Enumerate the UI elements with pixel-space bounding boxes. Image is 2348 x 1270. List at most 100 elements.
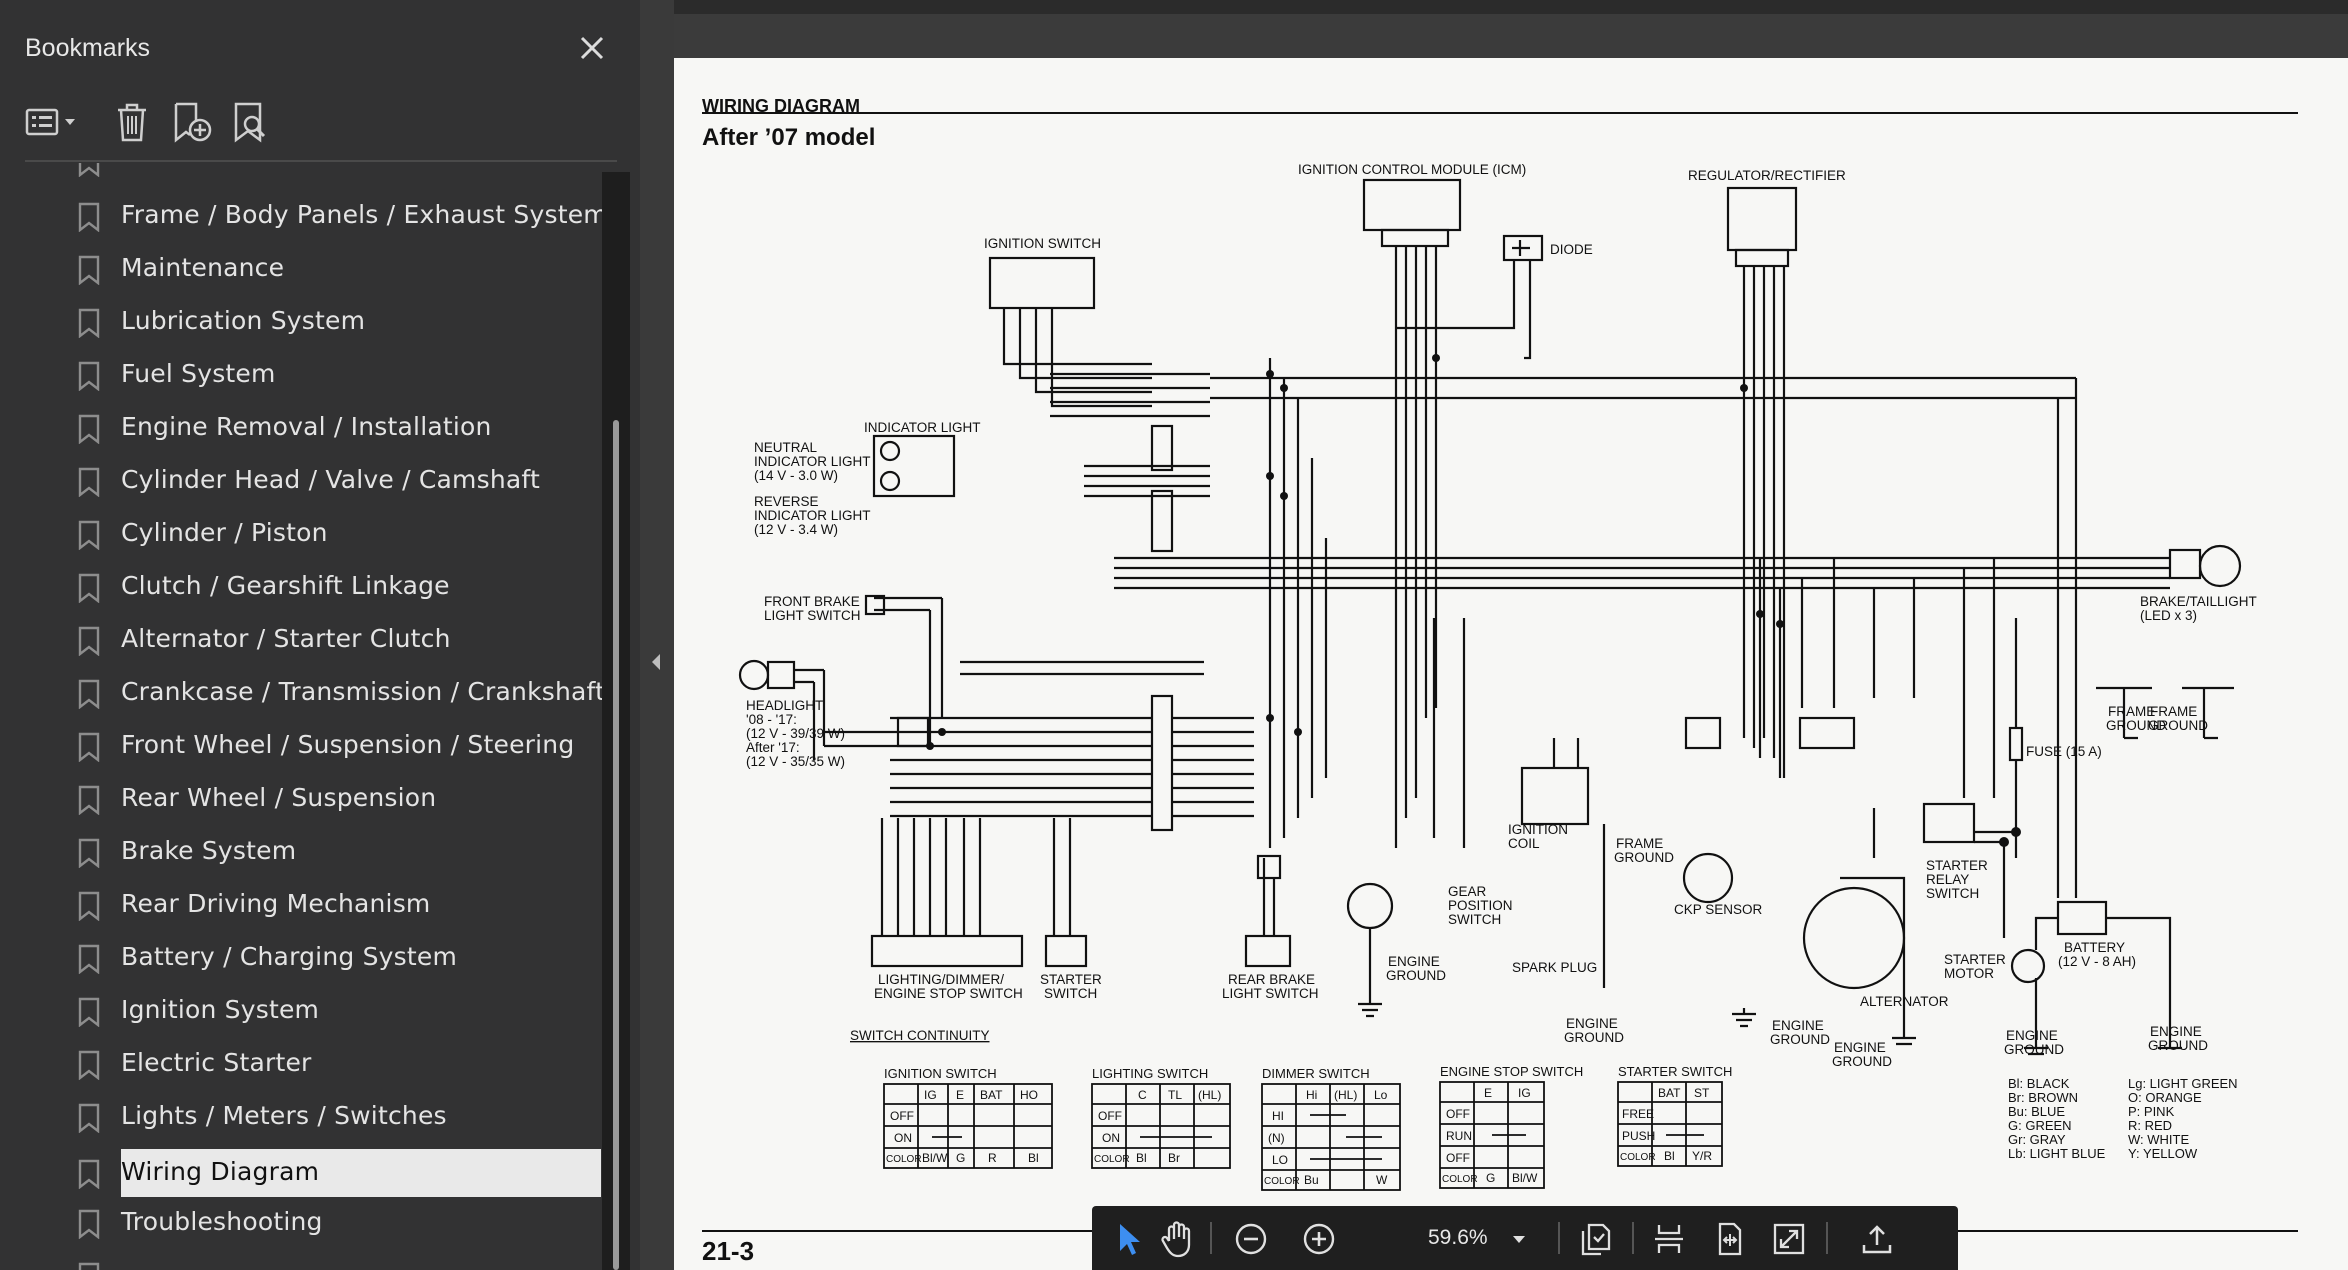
svg-text:INDICATOR LIGHT: INDICATOR LIGHT bbox=[864, 420, 981, 435]
list-item[interactable]: Electric Starter bbox=[0, 1040, 602, 1088]
list-item[interactable]: Troubleshooting bbox=[0, 1199, 602, 1247]
svg-text:ENGINE STOP SWITCH: ENGINE STOP SWITCH bbox=[874, 986, 1023, 1001]
select-cursor-icon[interactable] bbox=[1104, 1214, 1154, 1264]
svg-text:SWITCH: SWITCH bbox=[1926, 886, 1979, 901]
svg-text:Lo: Lo bbox=[1374, 1088, 1388, 1102]
list-item[interactable]: Front Wheel / Suspension / Steering bbox=[0, 722, 602, 770]
list-item[interactable]: Frame / Body Panels / Exhaust System bbox=[0, 192, 602, 240]
list-item[interactable]: Alternator / Starter Clutch bbox=[0, 616, 602, 664]
page-number: 21-3 bbox=[702, 1236, 755, 1266]
list-item[interactable]: Battery / Charging System bbox=[0, 934, 602, 982]
list-item[interactable]: Engine Removal / Installation bbox=[0, 404, 602, 452]
page-view-icon[interactable] bbox=[1570, 1214, 1620, 1264]
bookmark-label: Crankcase / Transmission / Crankshaft bbox=[121, 677, 602, 706]
bookmark-icon bbox=[78, 679, 100, 709]
list-item[interactable]: Fuel System bbox=[0, 351, 602, 399]
svg-text:(LED x 3): (LED x 3) bbox=[2140, 608, 2197, 623]
svg-text:FRAME: FRAME bbox=[2108, 704, 2155, 719]
list-item[interactable]: Maintenance bbox=[0, 245, 602, 293]
svg-text:R: RED: R: RED bbox=[2128, 1118, 2172, 1133]
bookmark-label: Rear Driving Mechanism bbox=[121, 889, 431, 918]
svg-text:ENGINE STOP SWITCH: ENGINE STOP SWITCH bbox=[1440, 1064, 1583, 1079]
svg-text:OFF: OFF bbox=[890, 1109, 914, 1123]
zoom-in-icon[interactable] bbox=[1294, 1214, 1344, 1264]
bookmark-label: Battery / Charging System bbox=[121, 942, 458, 971]
svg-text:ENGINE: ENGINE bbox=[2006, 1028, 2058, 1043]
svg-text:BAT: BAT bbox=[980, 1088, 1003, 1102]
svg-text:TL: TL bbox=[1168, 1088, 1182, 1102]
svg-text:LIGHTING SWITCH: LIGHTING SWITCH bbox=[1092, 1066, 1208, 1081]
list-item[interactable]: Rear Driving Mechanism bbox=[0, 881, 602, 929]
svg-text:FRAME: FRAME bbox=[2150, 704, 2197, 719]
zoom-out-icon[interactable] bbox=[1226, 1214, 1276, 1264]
list-item[interactable]: Crankcase / Transmission / Crankshaft bbox=[0, 669, 602, 717]
svg-text:FRONT BRAKE: FRONT BRAKE bbox=[764, 594, 860, 609]
toolbar-divider bbox=[25, 160, 617, 162]
scrollbar-thumb[interactable] bbox=[613, 420, 619, 1270]
svg-text:OFF: OFF bbox=[1098, 1109, 1122, 1123]
svg-text:STARTER: STARTER bbox=[1944, 952, 2006, 967]
zoom-dropdown-icon[interactable] bbox=[1494, 1214, 1544, 1264]
share-upload-icon[interactable] bbox=[1852, 1214, 1902, 1264]
find-bookmark-icon[interactable] bbox=[228, 98, 276, 146]
trash-icon[interactable] bbox=[108, 98, 156, 146]
bookmark-label: Clutch / Gearshift Linkage bbox=[121, 571, 450, 600]
add-bookmark-icon[interactable] bbox=[168, 98, 216, 146]
svg-text:Y/R: Y/R bbox=[1692, 1149, 1712, 1163]
svg-text:IGNITION CONTROL MODULE (ICM): IGNITION CONTROL MODULE (ICM) bbox=[1298, 162, 1526, 177]
list-item[interactable]: Cylinder Head / Valve / Camshaft bbox=[0, 457, 602, 505]
svg-text:P: PINK: P: PINK bbox=[2128, 1104, 2175, 1119]
svg-text:O: ORANGE: O: ORANGE bbox=[2128, 1090, 2202, 1105]
svg-text:ENGINE: ENGINE bbox=[1772, 1018, 1824, 1033]
svg-text:COLOR: COLOR bbox=[1264, 1176, 1300, 1187]
bookmark-options-icon[interactable] bbox=[22, 98, 84, 146]
list-item[interactable]: Lubrication System bbox=[0, 298, 602, 346]
close-icon[interactable] bbox=[574, 30, 610, 66]
list-item[interactable]: Cylinder / Piston bbox=[0, 510, 602, 558]
list-item[interactable]: Clutch / Gearshift Linkage bbox=[0, 563, 602, 611]
list-item[interactable]: Rear Wheel / Suspension bbox=[0, 775, 602, 823]
bookmark-icon bbox=[78, 1209, 100, 1239]
svg-text:(12 V - 35/35 W): (12 V - 35/35 W) bbox=[746, 754, 845, 769]
zoom-level[interactable]: 59.6% bbox=[1428, 1226, 1488, 1250]
svg-text:ALTERNATOR: ALTERNATOR bbox=[1860, 994, 1949, 1009]
hand-icon[interactable] bbox=[1152, 1214, 1202, 1264]
svg-text:G: G bbox=[956, 1151, 965, 1165]
bookmark-icon bbox=[78, 361, 100, 391]
panel-splitter[interactable] bbox=[640, 0, 674, 1270]
svg-text:Bl: Bl bbox=[1664, 1149, 1675, 1163]
svg-text:Bl: BLACK: Bl: BLACK bbox=[2008, 1076, 2070, 1091]
svg-text:Hi: Hi bbox=[1306, 1088, 1317, 1102]
list-item[interactable]: Brake System bbox=[0, 828, 602, 876]
bookmark-icon bbox=[78, 520, 100, 550]
svg-text:BATTERY: BATTERY bbox=[2064, 940, 2125, 955]
svg-text:E: E bbox=[1484, 1086, 1492, 1100]
svg-text:STARTER SWITCH: STARTER SWITCH bbox=[1618, 1064, 1732, 1079]
full-screen-icon[interactable] bbox=[1764, 1214, 1814, 1264]
list-item-selected[interactable]: Wiring Diagram bbox=[0, 1149, 602, 1197]
svg-text:LIGHT SWITCH: LIGHT SWITCH bbox=[764, 608, 861, 623]
svg-text:GROUND: GROUND bbox=[2148, 1038, 2208, 1053]
bookmark-label: Lubrication System bbox=[121, 306, 366, 335]
bookmark-icon bbox=[78, 255, 100, 285]
svg-text:GROUND: GROUND bbox=[2148, 718, 2208, 733]
toolbar-separator bbox=[1558, 1222, 1560, 1254]
svg-text:LIGHTING/DIMMER/: LIGHTING/DIMMER/ bbox=[878, 972, 1004, 987]
svg-text:IG: IG bbox=[1518, 1086, 1531, 1100]
collapse-panel-icon[interactable] bbox=[648, 650, 664, 674]
svg-text:DIMMER SWITCH: DIMMER SWITCH bbox=[1262, 1066, 1370, 1081]
bookmark-label: Front Wheel / Suspension / Steering bbox=[121, 730, 575, 759]
bookmark-label: Cylinder Head / Valve / Camshaft bbox=[121, 465, 540, 494]
list-item[interactable]: Lights / Meters / Switches bbox=[0, 1093, 602, 1141]
svg-text:Lb: LIGHT BLUE: Lb: LIGHT BLUE bbox=[2008, 1146, 2106, 1161]
svg-text:COLOR: COLOR bbox=[1442, 1174, 1478, 1185]
list-item-partial bbox=[0, 1252, 602, 1270]
bookmarks-panel: Bookmarks Frame / Body Panels / Exhaust … bbox=[0, 0, 640, 1270]
svg-text:After '17:: After '17: bbox=[746, 740, 800, 755]
bookmark-icon bbox=[78, 891, 100, 921]
svg-text:W: W bbox=[1376, 1173, 1388, 1187]
fit-width-icon[interactable] bbox=[1644, 1214, 1694, 1264]
list-item[interactable]: Ignition System bbox=[0, 987, 602, 1035]
fit-page-icon[interactable] bbox=[1704, 1214, 1754, 1264]
svg-text:C: C bbox=[1138, 1088, 1147, 1102]
